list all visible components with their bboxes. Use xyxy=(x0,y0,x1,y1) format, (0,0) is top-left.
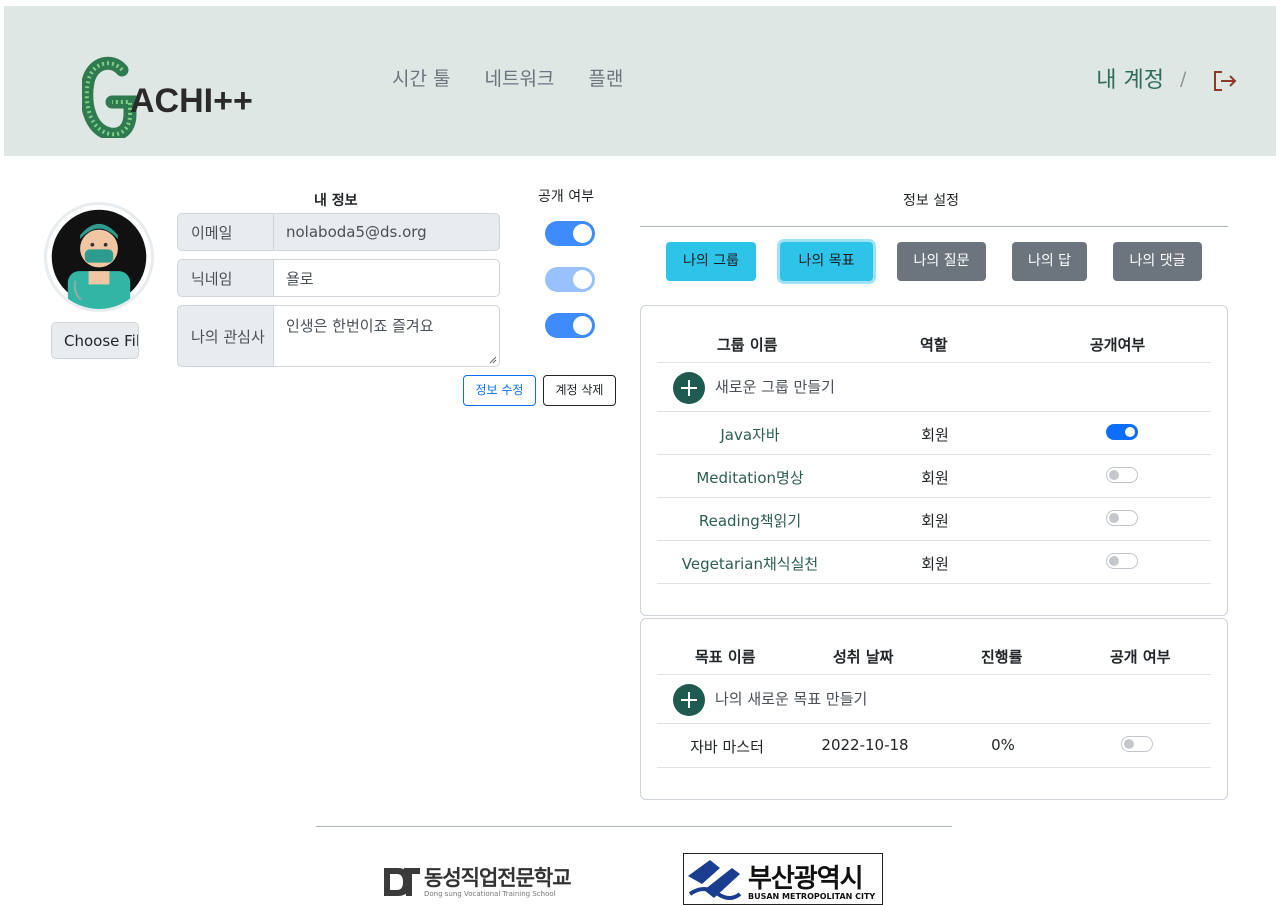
groups-header-public: 공개여부 xyxy=(1090,336,1146,354)
busan-subtitle: BUSAN METROPOLITAN CITY xyxy=(748,892,876,901)
divider xyxy=(657,723,1211,724)
group-name[interactable]: Vegetarian채식실천 xyxy=(657,553,843,574)
interest-public-toggle[interactable] xyxy=(545,313,595,338)
email-label: 이메일 xyxy=(177,213,273,251)
interest-label: 나의 관심사 xyxy=(177,305,273,367)
dongsung-logo[interactable]: 동성직업전문학교 Dong sung Vocational Training S… xyxy=(382,862,592,902)
email-field-group: 이메일 nolaboda5@ds.org xyxy=(177,213,500,251)
nickname-field-group: 닉네임 욜로 xyxy=(177,259,500,297)
nickname-field[interactable]: 욜로 xyxy=(273,259,500,297)
group-name[interactable]: Java자바 xyxy=(657,424,843,445)
resize-handle-icon[interactable] xyxy=(489,356,497,364)
svg-text:ACHI++: ACHI++ xyxy=(130,82,253,120)
goals-header-progress: 진행률 xyxy=(981,648,1023,666)
nav-network[interactable]: 네트워크 xyxy=(484,64,554,91)
add-goal-icon[interactable] xyxy=(673,684,705,716)
settings-title: 정보 설정 xyxy=(903,193,959,209)
email-public-toggle[interactable] xyxy=(545,221,595,246)
goal-date: 2022-10-18 xyxy=(821,736,909,754)
create-goal-link[interactable]: 나의 새로운 목표 만들기 xyxy=(715,688,867,709)
busan-name: 부산광역시 xyxy=(748,864,864,894)
add-group-icon[interactable] xyxy=(673,372,705,404)
groups-header-name: 그룹 이름 xyxy=(717,336,778,354)
dongsung-name: 동성직업전문학교 xyxy=(424,866,572,890)
interest-text: 인생은 한번이죠 즐겨요 xyxy=(286,317,434,335)
public-title: 공개 여부 xyxy=(538,189,594,205)
dongsung-subtitle: Dong sung Vocational Training School xyxy=(424,890,556,898)
group-name[interactable]: Meditation명상 xyxy=(657,467,843,488)
group-role: 회원 xyxy=(921,469,949,487)
group-public-toggle[interactable] xyxy=(1106,510,1138,526)
goal-public-toggle[interactable] xyxy=(1121,736,1153,752)
divider xyxy=(657,583,1211,584)
nickname-label: 닉네임 xyxy=(177,259,273,297)
email-field[interactable]: nolaboda5@ds.org xyxy=(273,213,500,251)
divider xyxy=(657,411,1211,412)
groups-header-role: 역할 xyxy=(920,336,948,354)
tab-my-questions[interactable]: 나의 질문 xyxy=(897,242,986,281)
tab-my-goals[interactable]: 나의 목표 xyxy=(780,242,873,281)
avatar xyxy=(44,202,154,312)
divider xyxy=(640,226,1228,227)
tab-my-groups[interactable]: 나의 그룹 xyxy=(666,242,756,281)
logo-graphic: ACHI++ xyxy=(80,56,253,141)
header-bar: ACHI++ 시간 툴 네트워크 플랜 내 계정 / xyxy=(4,6,1276,156)
tab-my-comments[interactable]: 나의 댓글 xyxy=(1113,242,1202,281)
goals-card: 목표 이름 성취 날짜 진행률 공개 여부 나의 새로운 목표 만들기 자바 마… xyxy=(640,618,1228,800)
logout-icon[interactable] xyxy=(1210,66,1240,96)
nav-plan[interactable]: 플랜 xyxy=(588,64,623,91)
tab-my-answers[interactable]: 나의 답 xyxy=(1012,242,1087,281)
interest-textarea[interactable]: 인생은 한번이죠 즐겨요 xyxy=(273,305,500,367)
goals-header-name: 목표 이름 xyxy=(695,648,756,666)
header-separator: / xyxy=(1180,68,1187,90)
group-public-toggle[interactable] xyxy=(1106,553,1138,569)
divider xyxy=(657,767,1211,768)
nickname-public-toggle[interactable] xyxy=(545,267,595,292)
my-account-link[interactable]: 내 계정 xyxy=(1096,62,1164,94)
busan-logo[interactable]: 부산광역시 BUSAN METROPOLITAN CITY xyxy=(683,853,883,905)
group-role: 회원 xyxy=(921,512,949,530)
delete-account-button[interactable]: 계정 삭제 xyxy=(543,375,616,406)
goal-progress: 0% xyxy=(991,736,1015,754)
goal-name[interactable]: 자바 마스터 xyxy=(657,736,797,757)
divider xyxy=(657,454,1211,455)
busan-emblem-icon xyxy=(688,860,742,900)
footer-divider xyxy=(316,826,952,827)
divider xyxy=(657,540,1211,541)
edit-info-button[interactable]: 정보 수정 xyxy=(463,375,536,406)
dongsung-emblem-icon xyxy=(384,868,420,896)
goals-header-public: 공개 여부 xyxy=(1110,648,1171,666)
group-role: 회원 xyxy=(921,555,949,573)
divider xyxy=(657,362,1211,363)
main-nav: 시간 툴 네트워크 플랜 xyxy=(392,64,623,91)
group-role: 회원 xyxy=(921,426,949,444)
interest-field-group: 나의 관심사 인생은 한번이죠 즐겨요 xyxy=(177,305,500,367)
group-name[interactable]: Reading책읽기 xyxy=(657,510,843,531)
divider xyxy=(657,497,1211,498)
my-info-title: 내 정보 xyxy=(314,193,358,209)
divider xyxy=(657,674,1211,675)
group-public-toggle[interactable] xyxy=(1106,467,1138,483)
create-group-link[interactable]: 새로운 그룹 만들기 xyxy=(715,376,835,397)
choose-file-button[interactable]: Choose File xyxy=(51,322,139,359)
groups-card: 그룹 이름 역할 공개여부 새로운 그룹 만들기 Java자바 회원 Medit… xyxy=(640,305,1228,616)
nav-time-tool[interactable]: 시간 툴 xyxy=(392,64,450,91)
goals-header-date: 성취 날짜 xyxy=(833,648,894,666)
group-public-toggle[interactable] xyxy=(1106,424,1138,440)
gachi-logo[interactable]: ACHI++ xyxy=(80,54,282,141)
